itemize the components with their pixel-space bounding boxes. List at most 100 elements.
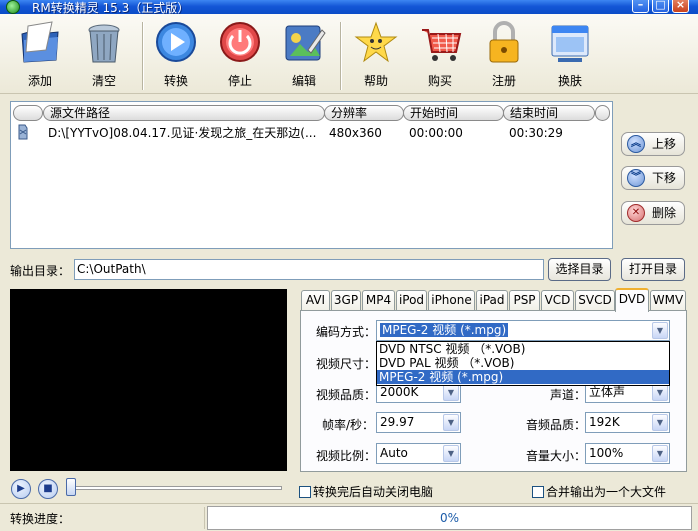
edit-button[interactable]: 编辑 <box>276 16 332 92</box>
tab-3gp[interactable]: 3GP <box>331 290 361 311</box>
volume-label: 音量大小： <box>526 449 587 463</box>
register-label: 注册 <box>491 74 516 88</box>
stop-playback-button[interactable]: ■ <box>38 479 58 499</box>
power-icon <box>218 20 262 66</box>
seek-slider-track[interactable] <box>67 486 282 490</box>
audio-quality-label: 音频品质： <box>526 418 587 432</box>
codec-value: MPEG-2 视频 (*.mpg) <box>380 323 509 337</box>
tab-ipod[interactable]: iPod <box>396 290 427 311</box>
audio-quality-select[interactable]: 192K ▼ <box>585 412 670 433</box>
merge-checkbox[interactable]: 合并输出为一个大文件 <box>532 483 666 500</box>
output-dir-label: 输出目录： <box>10 264 71 278</box>
convert-button[interactable]: 转换 <box>148 16 204 92</box>
progress-text: 0% <box>439 511 460 525</box>
aspect-ratio-select[interactable]: Auto ▼ <box>376 443 461 464</box>
stop-label: 停止 <box>227 74 252 88</box>
chevron-down-icon[interactable]: ▼ <box>652 322 668 339</box>
tab-iphone[interactable]: iPhone <box>428 290 475 311</box>
chevron-down-icon: ︾ <box>627 169 645 187</box>
skin-label: 换肤 <box>557 74 582 88</box>
open-dir-button[interactable]: 打开目录 <box>621 258 685 281</box>
tab-wmv[interactable]: WMV <box>650 290 686 311</box>
file-icon <box>17 124 29 145</box>
help-label: 帮助 <box>363 74 388 88</box>
delete-x-icon: ✕ <box>627 204 645 222</box>
delete-button[interactable]: ✕ 删除 <box>621 201 685 225</box>
file-resolution: 480x360 <box>329 126 382 140</box>
add-button[interactable]: 添加 <box>12 16 68 92</box>
output-dir-input[interactable]: C:\OutPath\ <box>74 259 544 280</box>
column-header-start[interactable]: 开始时间 <box>403 105 504 121</box>
codec-option[interactable]: DVD NTSC 视频 （*.VOB) <box>377 342 669 356</box>
close-button[interactable]: × <box>672 0 689 13</box>
move-up-label: 上移 <box>651 137 676 151</box>
seek-slider-thumb[interactable] <box>66 478 76 496</box>
channel-label: 声道： <box>550 388 587 402</box>
cart-icon <box>418 20 462 66</box>
toolbar: 添加 清空 转换 停止 编辑 帮助 购买 注册 换肤 <box>0 14 698 94</box>
maximize-button[interactable]: □ <box>652 0 669 13</box>
tab-vcd[interactable]: VCD <box>541 290 574 311</box>
play-button[interactable]: ▶ <box>11 479 31 499</box>
aspect-ratio-label: 视频比例： <box>316 449 377 463</box>
file-row[interactable]: D:\[YYTvO]08.04.17.见证·发现之旅_在天那边(... 480x… <box>11 124 611 142</box>
fps-value: 29.97 <box>380 415 415 429</box>
shutdown-checkbox[interactable]: 转换完后自动关闭电脑 <box>299 483 433 500</box>
chevron-down-icon[interactable]: ▼ <box>443 384 459 401</box>
choose-dir-button[interactable]: 选择目录 <box>548 258 611 281</box>
lock-icon <box>482 20 526 66</box>
column-header-resolution[interactable]: 分辨率 <box>324 105 404 121</box>
checkbox-box[interactable] <box>299 486 311 498</box>
progress-bar: 0% <box>207 506 692 530</box>
channel-value: 立体声 <box>589 385 626 399</box>
column-header-end[interactable]: 结束时间 <box>503 105 595 121</box>
codec-select[interactable]: MPEG-2 视频 (*.mpg) ▼ <box>376 320 670 341</box>
buy-label: 购买 <box>427 74 452 88</box>
minimize-button[interactable]: – <box>632 0 649 13</box>
clear-button[interactable]: 清空 <box>76 16 132 92</box>
volume-select[interactable]: 100% ▼ <box>585 443 670 464</box>
chevron-down-icon[interactable]: ▼ <box>443 414 459 431</box>
progress-label: 转换进度： <box>10 512 71 526</box>
volume-value: 100% <box>589 446 624 460</box>
audio-quality-value: 192K <box>589 415 620 429</box>
help-button[interactable]: 帮助 <box>348 16 404 92</box>
chevron-down-icon[interactable]: ▼ <box>652 445 668 462</box>
tab-psp[interactable]: PSP <box>509 290 540 311</box>
move-down-button[interactable]: ︾ 下移 <box>621 166 685 190</box>
codec-option[interactable]: DVD PAL 视频 （*.VOB) <box>377 356 669 370</box>
merge-label: 合并输出为一个大文件 <box>546 485 667 499</box>
codec-dropdown-list: DVD NTSC 视频 （*.VOB) DVD PAL 视频 （*.VOB) M… <box>376 341 670 386</box>
column-header-icon[interactable] <box>13 105 43 121</box>
shutdown-label: 转换完后自动关闭电脑 <box>313 485 434 499</box>
codec-label: 编码方式： <box>316 325 377 339</box>
buy-button[interactable]: 购买 <box>412 16 468 92</box>
register-button[interactable]: 注册 <box>476 16 532 92</box>
tab-ipad[interactable]: iPad <box>476 290 508 311</box>
stop-button[interactable]: 停止 <box>212 16 268 92</box>
tab-svcd[interactable]: SVCD <box>575 290 615 311</box>
delete-label: 删除 <box>651 206 676 220</box>
video-quality-label: 视频品质： <box>316 388 377 402</box>
column-header-extra[interactable] <box>595 105 610 121</box>
chevron-down-icon[interactable]: ▼ <box>652 384 668 401</box>
edit-icon <box>282 20 326 66</box>
tab-mp4[interactable]: MP4 <box>362 290 395 311</box>
title-bar: RM转换精灵 15.3（正式版） – □ × <box>0 0 698 15</box>
toolbar-separator <box>142 22 144 90</box>
codec-option[interactable]: MPEG-2 视频 (*.mpg) <box>377 370 669 384</box>
toolbar-separator <box>340 22 342 90</box>
chevron-down-icon[interactable]: ▼ <box>443 445 459 462</box>
clear-label: 清空 <box>91 74 116 88</box>
chevron-down-icon[interactable]: ▼ <box>652 414 668 431</box>
skin-button[interactable]: 换肤 <box>542 16 598 92</box>
tab-dvd[interactable]: DVD <box>615 288 649 312</box>
fps-select[interactable]: 29.97 ▼ <box>376 412 461 433</box>
file-list[interactable]: 源文件路径 分辨率 开始时间 结束时间 D:\[YYTvO]08.04.17.见… <box>10 101 613 249</box>
tab-avi[interactable]: AVI <box>301 290 330 311</box>
move-up-button[interactable]: ︽ 上移 <box>621 132 685 156</box>
fps-label: 帧率/秒： <box>322 418 375 432</box>
move-down-label: 下移 <box>651 171 676 185</box>
checkbox-box[interactable] <box>532 486 544 498</box>
column-header-path[interactable]: 源文件路径 <box>43 105 325 121</box>
